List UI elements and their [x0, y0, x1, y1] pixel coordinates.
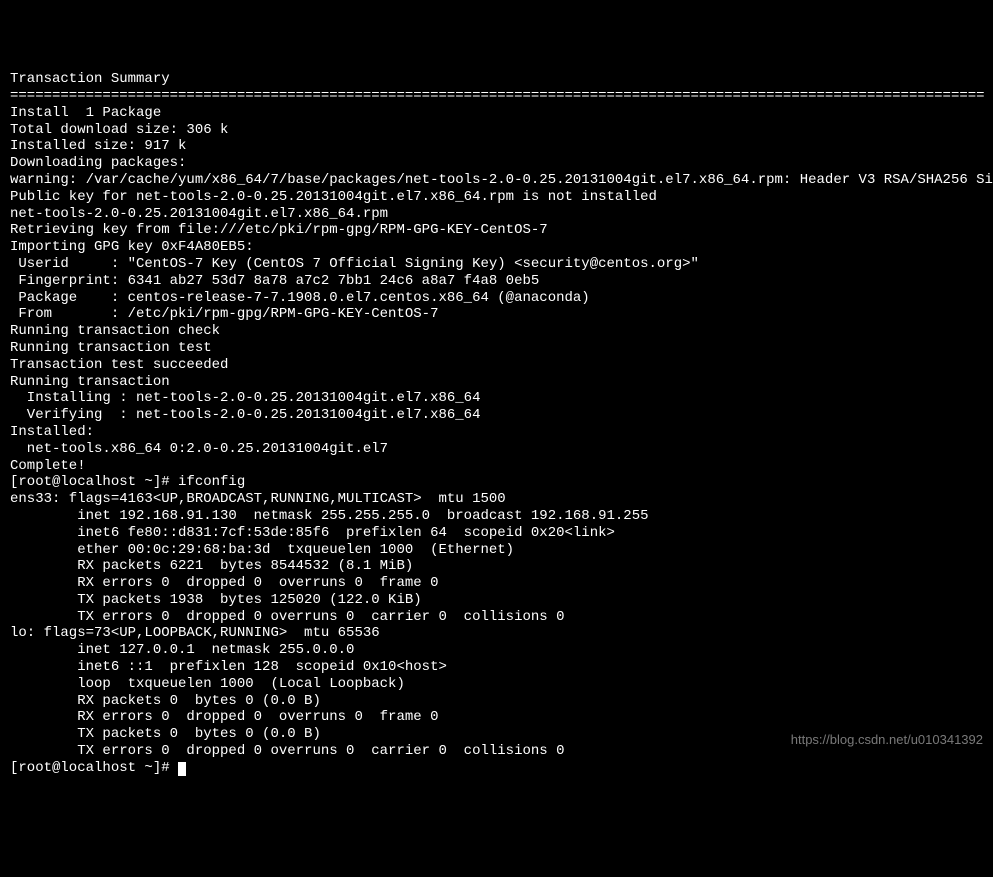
terminal-line: lo: flags=73<UP,LOOPBACK,RUNNING> mtu 65…: [10, 625, 983, 642]
terminal-line: Running transaction: [10, 374, 983, 391]
terminal-line: Running transaction test: [10, 340, 983, 357]
terminal-line: net-tools.x86_64 0:2.0-0.25.20131004git.…: [10, 441, 983, 458]
terminal-line: Downloading packages:: [10, 155, 983, 172]
terminal-line: warning: /var/cache/yum/x86_64/7/base/pa…: [10, 172, 983, 189]
terminal-line: ether 00:0c:29:68:ba:3d txqueuelen 1000 …: [10, 542, 983, 559]
terminal-line: RX errors 0 dropped 0 overruns 0 frame 0: [10, 709, 983, 726]
terminal-line: Verifying : net-tools-2.0-0.25.20131004g…: [10, 407, 983, 424]
terminal-line: Fingerprint: 6341 ab27 53d7 8a78 a7c2 7b…: [10, 273, 983, 290]
terminal-prompt[interactable]: [root@localhost ~]#: [10, 760, 178, 776]
terminal-line: Install 1 Package: [10, 105, 983, 122]
terminal-line: Retrieving key from file:///etc/pki/rpm-…: [10, 222, 983, 239]
terminal-line: Userid : "CentOS-7 Key (CentOS 7 Officia…: [10, 256, 983, 273]
terminal-line: loop txqueuelen 1000 (Local Loopback): [10, 676, 983, 693]
terminal-line: ========================================…: [10, 88, 983, 105]
terminal-line: Total download size: 306 k: [10, 122, 983, 139]
terminal-line: inet 192.168.91.130 netmask 255.255.255.…: [10, 508, 983, 525]
terminal-line: ens33: flags=4163<UP,BROADCAST,RUNNING,M…: [10, 491, 983, 508]
terminal-line: RX packets 0 bytes 0 (0.0 B): [10, 693, 983, 710]
terminal-line: Running transaction check: [10, 323, 983, 340]
watermark-text: https://blog.csdn.net/u010341392: [791, 732, 983, 748]
terminal-line: net-tools-2.0-0.25.20131004git.el7.x86_6…: [10, 206, 983, 223]
terminal-line: TX packets 1938 bytes 125020 (122.0 KiB): [10, 592, 983, 609]
terminal-line: inet 127.0.0.1 netmask 255.0.0.0: [10, 642, 983, 659]
terminal-line: Installed size: 917 k: [10, 138, 983, 155]
terminal-output: Transaction Summary=====================…: [10, 71, 983, 760]
terminal-line: TX errors 0 dropped 0 overruns 0 carrier…: [10, 609, 983, 626]
terminal-line: RX packets 6221 bytes 8544532 (8.1 MiB): [10, 558, 983, 575]
terminal-line: Installing : net-tools-2.0-0.25.20131004…: [10, 390, 983, 407]
terminal-line: Package : centos-release-7-7.1908.0.el7.…: [10, 290, 983, 307]
terminal-line: Importing GPG key 0xF4A80EB5:: [10, 239, 983, 256]
terminal-line: Transaction Summary: [10, 71, 983, 88]
terminal-cursor[interactable]: [178, 762, 186, 776]
terminal-line: inet6 fe80::d831:7cf:53de:85f6 prefixlen…: [10, 525, 983, 542]
terminal-line: From : /etc/pki/rpm-gpg/RPM-GPG-KEY-Cent…: [10, 306, 983, 323]
terminal-line: Transaction test succeeded: [10, 357, 983, 374]
terminal-line: inet6 ::1 prefixlen 128 scopeid 0x10<hos…: [10, 659, 983, 676]
terminal-line: Installed:: [10, 424, 983, 441]
terminal-line: Complete!: [10, 458, 983, 475]
terminal-line: Public key for net-tools-2.0-0.25.201310…: [10, 189, 983, 206]
terminal-line: RX errors 0 dropped 0 overruns 0 frame 0: [10, 575, 983, 592]
terminal-line: [root@localhost ~]# ifconfig: [10, 474, 983, 491]
